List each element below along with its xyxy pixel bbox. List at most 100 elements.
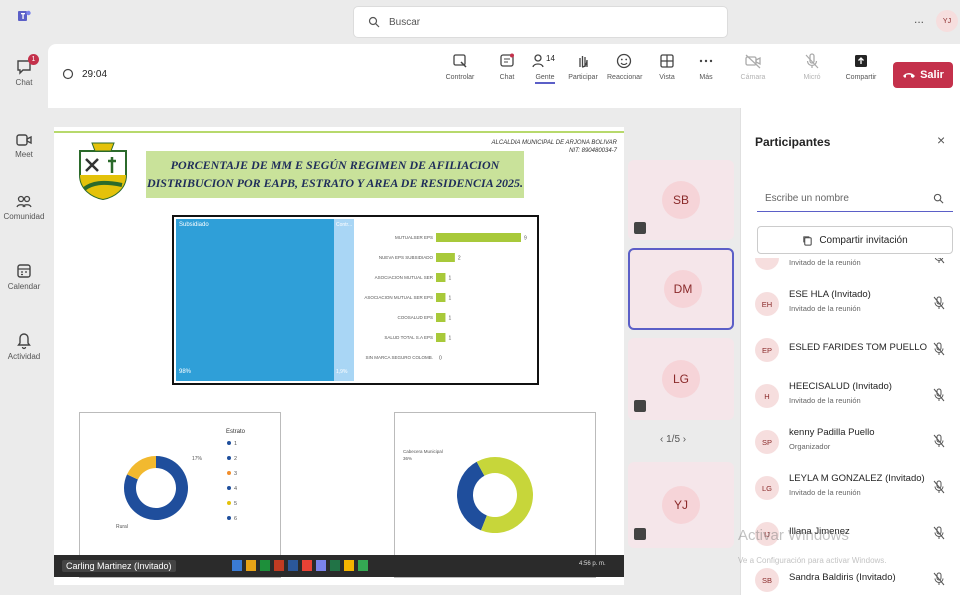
mic-muted-icon [933, 388, 945, 402]
taskbar-app-icon[interactable] [358, 560, 368, 571]
legend-label: 2 [234, 456, 237, 462]
bar-value-label: 0 [439, 356, 442, 362]
participant-row[interactable]: LG LEYLA M GONZALEZ (Invitado) Invitado de… [741, 468, 960, 514]
view-button[interactable]: Vista [650, 52, 684, 81]
leave-button[interactable]: Salir [893, 62, 953, 88]
meeting-toolbar: 29:04 Controlar Chat 14 Gente Participar… [48, 44, 960, 108]
taskbar-app-icon[interactable] [344, 560, 354, 571]
tile-avatar: DM [664, 270, 702, 308]
search-icon [933, 193, 944, 204]
taskbar-app-icon[interactable] [302, 560, 312, 571]
rail-actividad[interactable]: Actividad [0, 330, 48, 361]
eapb-bar-chart: MUTUALSER EPS 9 NUEVA EPS SUBSIDIADO 2 ASOCI… [364, 233, 527, 362]
slide-title-line1: PORCENTAJE DE MM E SEGÚN REGIMEN DE AFIL… [170, 158, 500, 172]
tile-avatar: SB [662, 181, 700, 219]
bar-mark [436, 293, 446, 302]
participant-row[interactable]: SB Sandra Baldiris (Invitado) [741, 560, 960, 595]
participant-row[interactable]: EP ESLED FARIDES TOM PUELLO [741, 330, 960, 376]
participant-avatar: SP [755, 430, 779, 454]
mic-muted-icon [933, 342, 945, 356]
legend-marker [227, 441, 231, 445]
taskbar-app-icon[interactable] [330, 560, 340, 571]
area-chart-box: Cabecera Municipal36%Centro poblado [394, 412, 596, 578]
mic-muted-icon [933, 526, 945, 540]
rail-calendar[interactable]: Calendar [0, 262, 48, 291]
bar-value-label: 1 [448, 276, 451, 282]
taskbar-app-icon[interactable] [274, 560, 284, 571]
taskbar-app-icon[interactable] [316, 560, 326, 571]
pin-icon [634, 222, 646, 234]
pager-next-button[interactable]: › [680, 434, 686, 445]
search-placeholder: Buscar [389, 17, 421, 28]
legend-label: 3 [234, 471, 237, 477]
share-icon [855, 55, 867, 67]
rail-chat-label: Chat [15, 78, 33, 87]
search-box[interactable]: Buscar [353, 6, 728, 38]
timer-shield-icon [62, 68, 74, 80]
legend-label: 4 [234, 486, 237, 492]
control-icon [453, 54, 467, 68]
react-label: Reaccionar [607, 74, 643, 81]
rail-meet-label: Meet [15, 150, 33, 159]
share-invite-label: Compartir invitación [819, 234, 908, 246]
close-icon[interactable]: × [937, 132, 945, 148]
more-options-button[interactable]: ... [914, 12, 924, 26]
taskbar-app-icon[interactable] [288, 560, 298, 571]
rail-meet[interactable]: Meet [0, 132, 48, 159]
tile-avatar: YJ [662, 486, 700, 524]
pager-label: 1/5 [666, 434, 681, 445]
taskbar-app-icon[interactable] [232, 560, 242, 571]
mic-muted-icon [933, 434, 945, 448]
participant-role: Invitado de la reunión [789, 396, 861, 405]
donut-slice-label: 36% [403, 456, 412, 461]
bar-value-label: 1 [448, 296, 451, 302]
panel-title: Participantes [755, 135, 831, 149]
participant-name: Sandra Baldiris (Invitado) [789, 572, 896, 583]
user-avatar[interactable]: YJ [936, 10, 958, 32]
rail-comunidad-label: Comunidad [3, 212, 45, 221]
react-button[interactable]: Reaccionar [607, 52, 643, 81]
teams-window: Chat 1 Meet Comunidad Calendar Actividad… [0, 0, 960, 595]
bar-mark [436, 253, 455, 262]
control-button[interactable]: Controlar [443, 52, 477, 81]
estrato-donut-chart: 17% Rural Estrato 1 2 3 4 5 6 [116, 429, 246, 530]
participant-role: Invitado de la reunión [789, 304, 861, 313]
video-tile-sb[interactable]: SB [628, 160, 734, 240]
chat-icon [500, 53, 514, 67]
mic-muted-icon [933, 572, 945, 586]
chat-label: Chat [499, 74, 515, 81]
rail-comunidad[interactable]: Comunidad [0, 192, 48, 221]
chat-badge: 1 [28, 54, 39, 65]
leave-label: Salir [920, 69, 944, 81]
search-icon [368, 16, 380, 28]
video-tile-lg[interactable]: LG [628, 338, 734, 420]
more-button[interactable]: Más [689, 52, 723, 81]
video-tile-dm[interactable]: DM [628, 248, 734, 330]
legend-marker [227, 516, 231, 520]
participant-row[interactable]: Invitado de la reunión [741, 258, 960, 284]
participant-role: Organizador [789, 442, 831, 451]
camera-button[interactable]: Cámara [736, 52, 770, 81]
chat-button[interactable]: Chat [490, 52, 524, 81]
legend-marker [227, 471, 231, 475]
share-invite-button[interactable]: Compartir invitación [757, 226, 953, 254]
mic-button[interactable]: Micró [795, 52, 829, 81]
share-button[interactable]: Compartir [844, 52, 878, 81]
participant-avatar: EH [755, 292, 779, 316]
rail-chat[interactable]: Chat 1 [0, 54, 48, 87]
taskbar-app-icon[interactable] [246, 560, 256, 571]
participant-search-input[interactable]: Escribe un nombre [757, 188, 953, 212]
participant-role: Invitado de la reunión [789, 488, 861, 497]
people-button[interactable]: 14 Gente [528, 52, 562, 84]
participant-row[interactable]: SP kenny Padilla Puello Organizador [741, 422, 960, 468]
treemap-label-contributivo: Contr... [336, 222, 353, 228]
raise-hand-button[interactable]: Participar [566, 52, 600, 81]
taskbar-app-icon[interactable] [260, 560, 270, 571]
participant-row[interactable]: H HEECISALUD (Invitado) Invitado de la reu… [741, 376, 960, 422]
camera-icon [745, 54, 761, 69]
legend-label: 1 [234, 441, 237, 447]
video-tile-yj[interactable]: YJ [628, 462, 734, 548]
donut-slice-label: Cabecera Municipal [403, 449, 443, 454]
bar-mark [436, 333, 446, 342]
participant-row[interactable]: EH ESE HLA (Invitado) Invitado de la reuni… [741, 284, 960, 330]
